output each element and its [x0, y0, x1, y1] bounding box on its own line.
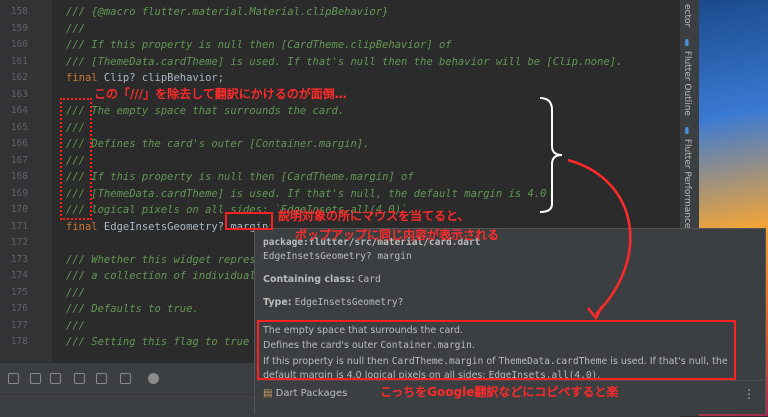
- code-text: /// Setting this flag to true: [66, 336, 250, 348]
- line-number: 171: [10, 220, 28, 232]
- line-number: 159: [10, 22, 28, 34]
- flutter-outline-icon: ▮: [682, 38, 692, 48]
- annotation-bottom: こっちをGoogle翻訳などにコピペすると楽: [380, 385, 619, 399]
- line-number: 160: [10, 39, 28, 50]
- code-line[interactable]: 169 /// [ThemeData.cardTheme] is used. If…: [0, 186, 680, 203]
- code-text: /// The empty space that surrounds the c…: [66, 105, 345, 117]
- annotation-middle-2: ポップアップに同じ内容が表示される: [295, 228, 500, 242]
- code-line[interactable]: 166 /// Defines the card's outer [Contain…: [0, 136, 680, 153]
- code-text: ///: [66, 319, 85, 332]
- line-number: 175: [10, 286, 28, 298]
- line-number: 168: [10, 171, 28, 182]
- code-line[interactable]: 168 /// If this property is null then [Ca…: [0, 169, 680, 186]
- popup-doc-highlight: [257, 320, 736, 380]
- code-line[interactable]: 165///: [0, 120, 680, 137]
- side-tab-flutter-performance[interactable]: ▮ Flutter Performance: [682, 126, 692, 228]
- code-line[interactable]: 161 /// [ThemeData.cardTheme] is used. If…: [0, 54, 680, 71]
- line-number: 158: [10, 6, 28, 17]
- line-number: 176: [10, 303, 28, 314]
- dart-packages-link[interactable]: ▤ Dart Packages: [263, 388, 347, 399]
- popup-containing-class: Containing class: Card: [263, 274, 381, 285]
- comment-prefix-highlight: [60, 98, 92, 220]
- line-number: 163: [10, 88, 28, 100]
- code-text: /// Whether this widget repres: [66, 253, 256, 266]
- code-line[interactable]: 158 /// {@macro flutter.material.Material…: [0, 4, 680, 21]
- code-text: /// [ThemeData.cardTheme] is used. If th…: [66, 55, 623, 68]
- code-line[interactable]: 160 /// If this property is null then [Ca…: [0, 37, 680, 54]
- code-text: /// Defines the card's outer [Container.…: [66, 138, 370, 150]
- margin-hover-highlight: [225, 212, 273, 230]
- line-number: 172: [10, 237, 28, 248]
- code-text: ///: [66, 22, 85, 35]
- flutter-performance-icon: ▮: [682, 126, 692, 136]
- library-icon: ▤: [263, 388, 273, 399]
- refresh-icon[interactable]: [74, 373, 85, 384]
- line-number: 164: [10, 105, 28, 116]
- lightning-icon[interactable]: [120, 373, 131, 384]
- list-icon[interactable]: [30, 373, 41, 384]
- code-text: /// If this property is null then [CardT…: [66, 171, 414, 183]
- annotation-top: この「///」を除去して翻訳にかけるのが面倒…: [94, 87, 347, 101]
- code-text: /// If this property is null then [CardT…: [66, 39, 452, 51]
- line-number: 177: [10, 319, 28, 331]
- code-text: /// {@macro flutter.material.Material.cl…: [66, 6, 389, 18]
- record-icon[interactable]: [148, 373, 159, 384]
- line-number: 165: [10, 121, 28, 133]
- popup-type: Type: EdgeInsetsGeometry?: [263, 297, 404, 308]
- line-number: 162: [10, 72, 28, 83]
- filter-icon[interactable]: [50, 373, 61, 384]
- side-tab-flutter-outline[interactable]: ▮ Flutter Outline: [682, 38, 692, 116]
- line-number: 169: [10, 187, 28, 199]
- line-number: 166: [10, 138, 28, 149]
- more-options-icon[interactable]: ⋮: [743, 387, 755, 401]
- grid-icon[interactable]: [96, 373, 107, 384]
- layout-icon[interactable]: [8, 373, 19, 384]
- line-number: 161: [10, 55, 28, 67]
- line-number: 170: [10, 204, 28, 215]
- line-number: 167: [10, 154, 28, 166]
- code-line[interactable]: 164 /// The empty space that surrounds th…: [0, 103, 680, 120]
- popup-signature: EdgeInsetsGeometry? margin: [263, 251, 412, 262]
- code-text: /// [ThemeData.cardTheme] is used. If th…: [66, 187, 547, 200]
- line-number: 174: [10, 270, 28, 281]
- line-number: 178: [10, 336, 28, 347]
- code-line[interactable]: 159 ///: [0, 21, 680, 38]
- line-number: 173: [10, 253, 28, 265]
- code-text: ///: [66, 286, 85, 299]
- annotation-middle-1: 説明対象の所にマウスを当てると、: [278, 209, 470, 223]
- code-text: /// a collection of individual: [66, 270, 256, 282]
- code-line[interactable]: 167///: [0, 153, 680, 170]
- code-text: /// Defaults to true.: [66, 303, 199, 315]
- side-tab-inspector[interactable]: ector: [682, 4, 692, 27]
